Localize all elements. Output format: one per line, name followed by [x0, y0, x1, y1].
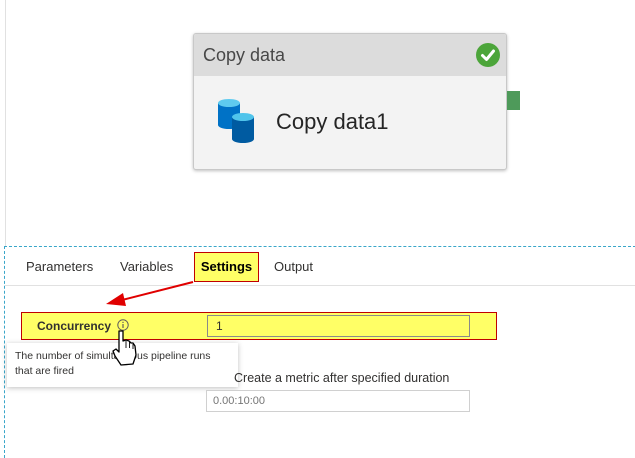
canvas-left-border	[5, 0, 6, 246]
tab-parameters[interactable]: Parameters	[26, 259, 93, 274]
activity-header: Copy data	[194, 34, 506, 76]
activity-name: Copy data1	[276, 109, 389, 134]
activity-output-port[interactable]	[507, 91, 520, 110]
concurrency-row-highlight: Concurrency	[21, 312, 497, 340]
tab-variables[interactable]: Variables	[120, 259, 173, 274]
info-icon[interactable]	[117, 319, 129, 331]
database-icon	[218, 99, 254, 143]
tab-bar: Parameters Variables Settings Output	[5, 247, 635, 286]
concurrency-label: Concurrency	[37, 319, 112, 333]
activity-type-label: Copy data	[203, 44, 286, 65]
metric-checkbox-label[interactable]: Create a metric after specified duration	[234, 371, 449, 385]
copy-data-activity-card[interactable]: Copy data Copy data1	[193, 33, 507, 170]
check-circle-icon	[476, 43, 500, 67]
tab-settings[interactable]: Settings	[194, 252, 259, 282]
tab-output[interactable]: Output	[274, 259, 313, 274]
concurrency-input[interactable]	[207, 315, 470, 337]
duration-input[interactable]	[206, 390, 470, 412]
settings-panel: Parameters Variables Settings Output Con…	[4, 246, 635, 458]
activity-body: Copy data1	[194, 76, 506, 168]
tab-settings-label: Settings	[200, 259, 253, 274]
concurrency-tooltip: The number of simultaneous pipeline runs…	[7, 343, 238, 387]
